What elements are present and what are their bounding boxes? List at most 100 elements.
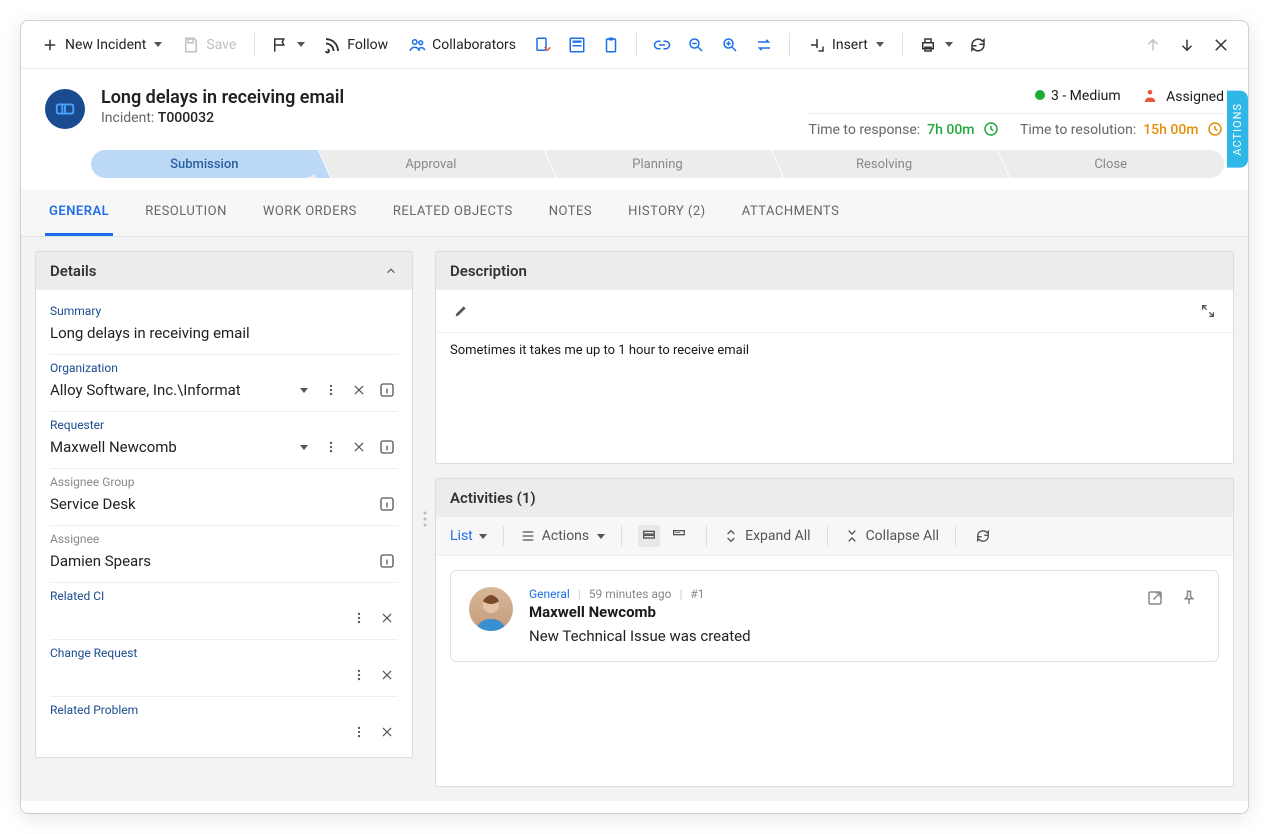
activity-seq: #1 xyxy=(690,587,704,601)
expand-description-button[interactable] xyxy=(1197,300,1219,322)
tab-work-orders[interactable]: WORK ORDERS xyxy=(259,190,361,236)
clipboard-icon xyxy=(602,36,620,54)
more-icon[interactable] xyxy=(320,436,342,458)
expand-all-button[interactable]: Expand All xyxy=(723,528,810,544)
template-button[interactable] xyxy=(562,29,592,61)
stage-submission[interactable]: Submission xyxy=(91,150,318,178)
zoom-in-button[interactable] xyxy=(715,29,745,61)
list-detail-icon xyxy=(671,528,687,544)
chevron-down-icon[interactable] xyxy=(292,436,314,458)
more-icon[interactable] xyxy=(348,664,370,686)
side-actions-tab[interactable]: ACTIONS xyxy=(1227,91,1248,168)
tab-general[interactable]: GENERAL xyxy=(45,190,113,236)
follow-button[interactable]: Follow xyxy=(315,29,396,61)
field-organization[interactable]: Organization Alloy Software, Inc.\Inform… xyxy=(50,355,398,412)
follow-label: Follow xyxy=(347,37,388,53)
collaborators-label: Collaborators xyxy=(432,37,516,53)
assignee-value: Damien Spears xyxy=(50,550,370,572)
stage-close[interactable]: Close xyxy=(997,150,1224,178)
stage-planning[interactable]: Planning xyxy=(544,150,771,178)
flag-icon xyxy=(271,36,289,54)
tab-related-objects[interactable]: RELATED OBJECTS xyxy=(389,190,517,236)
tab-notes[interactable]: NOTES xyxy=(545,190,596,236)
chevron-down-icon[interactable] xyxy=(292,379,314,401)
requester-value: Maxwell Newcomb xyxy=(50,436,286,458)
arrow-up-icon xyxy=(1144,36,1162,54)
info-icon[interactable] xyxy=(376,493,398,515)
description-body[interactable]: Sometimes it takes me up to 1 hour to re… xyxy=(436,333,1233,463)
activity-text: New Technical Issue was created xyxy=(529,627,1128,645)
view-detail-button[interactable] xyxy=(668,525,690,547)
person-avatar-icon xyxy=(471,591,511,631)
collaborators-button[interactable]: Collaborators xyxy=(400,29,524,61)
new-incident-button[interactable]: New Incident xyxy=(33,29,170,61)
person-icon xyxy=(1141,87,1159,105)
more-icon[interactable] xyxy=(320,379,342,401)
tab-resolution[interactable]: RESOLUTION xyxy=(141,190,231,236)
pin-activity-button[interactable] xyxy=(1178,587,1200,609)
clear-icon[interactable] xyxy=(348,379,370,401)
pane-resizer[interactable] xyxy=(421,237,429,801)
swap-button[interactable] xyxy=(749,29,779,61)
refresh-icon xyxy=(975,528,991,544)
more-icon[interactable] xyxy=(348,721,370,743)
assignee-group-value: Service Desk xyxy=(50,493,370,515)
rss-icon xyxy=(323,36,341,54)
insert-button[interactable]: Insert xyxy=(800,29,892,61)
clear-icon[interactable] xyxy=(348,436,370,458)
edit-description-button[interactable] xyxy=(450,300,472,322)
related-problem-value xyxy=(50,721,342,743)
people-icon xyxy=(408,36,426,54)
zoom-out-button[interactable] xyxy=(681,29,711,61)
close-button[interactable] xyxy=(1206,29,1236,61)
field-assignee-group[interactable]: Assignee Group Service Desk xyxy=(50,469,398,526)
task-button[interactable] xyxy=(528,29,558,61)
refresh-button[interactable] xyxy=(963,29,993,61)
chevron-down-icon xyxy=(945,42,953,47)
clear-icon[interactable] xyxy=(376,664,398,686)
flag-button[interactable] xyxy=(265,29,311,61)
activities-actions-menu[interactable]: Actions xyxy=(520,528,605,544)
clear-icon[interactable] xyxy=(376,721,398,743)
link-button[interactable] xyxy=(647,29,677,61)
pin-icon xyxy=(1180,589,1198,607)
zoom-in-icon xyxy=(721,36,739,54)
field-related-problem[interactable]: Related Problem xyxy=(50,697,398,753)
activities-refresh-button[interactable] xyxy=(972,525,994,547)
field-change-request[interactable]: Change Request xyxy=(50,640,398,697)
clipboard-button[interactable] xyxy=(596,29,626,61)
details-panel-header[interactable]: Details xyxy=(36,252,412,290)
info-icon[interactable] xyxy=(376,550,398,572)
refresh-icon xyxy=(969,36,987,54)
collapse-all-button[interactable]: Collapse All xyxy=(844,528,939,544)
organization-value: Alloy Software, Inc.\Informat xyxy=(50,379,286,401)
stage-approval[interactable]: Approval xyxy=(318,150,545,178)
incident-type-icon xyxy=(45,89,85,129)
info-icon[interactable] xyxy=(376,379,398,401)
clear-icon[interactable] xyxy=(376,607,398,629)
swap-icon xyxy=(755,36,773,54)
clock-icon xyxy=(982,120,1000,138)
field-requester[interactable]: Requester Maxwell Newcomb xyxy=(50,412,398,469)
field-summary[interactable]: Summary Long delays in receiving email xyxy=(50,298,398,355)
priority-dot-icon xyxy=(1035,90,1045,100)
field-related-ci[interactable]: Related CI xyxy=(50,583,398,640)
arrow-down-icon xyxy=(1178,36,1196,54)
nav-down-button[interactable] xyxy=(1172,29,1202,61)
tab-history[interactable]: HISTORY (2) xyxy=(624,190,710,236)
print-button[interactable] xyxy=(913,29,959,61)
template-icon xyxy=(568,36,586,54)
description-panel: Description Sometimes it takes me up to … xyxy=(435,251,1234,464)
activities-view-mode[interactable]: List xyxy=(450,528,487,544)
more-icon[interactable] xyxy=(348,607,370,629)
incident-window: New Incident Save Follow Collaborators xyxy=(20,20,1249,814)
open-activity-button[interactable] xyxy=(1144,587,1166,609)
tab-attachments[interactable]: ATTACHMENTS xyxy=(738,190,844,236)
stage-resolving[interactable]: Resolving xyxy=(771,150,998,178)
time-to-resolution: Time to resolution: 15h 00m xyxy=(1020,120,1224,138)
activity-item[interactable]: General | 59 minutes ago | #1 Maxwell Ne… xyxy=(450,570,1219,662)
field-assignee[interactable]: Assignee Damien Spears xyxy=(50,526,398,583)
save-label: Save xyxy=(206,37,236,53)
view-compact-button[interactable] xyxy=(638,525,660,547)
info-icon[interactable] xyxy=(376,436,398,458)
